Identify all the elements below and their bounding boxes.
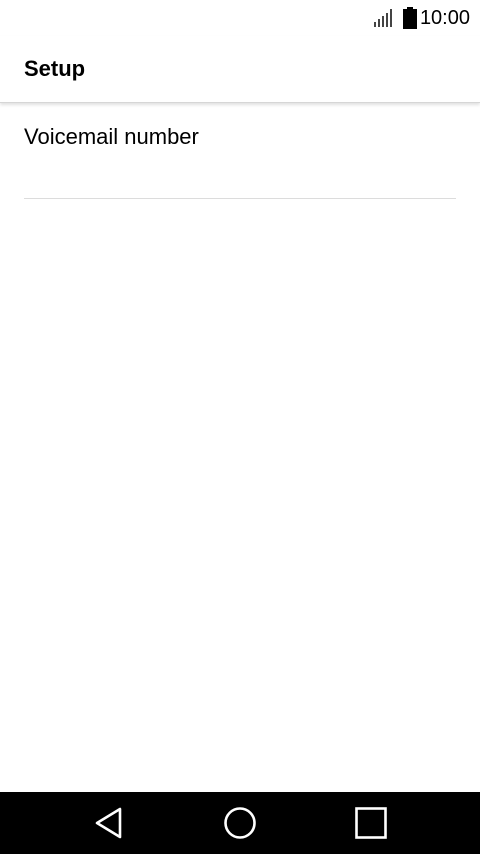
back-button[interactable] bbox=[69, 792, 149, 854]
navigation-bar bbox=[0, 792, 480, 854]
voicemail-number-label: Voicemail number bbox=[24, 124, 199, 149]
voicemail-number-item[interactable]: Voicemail number bbox=[24, 103, 456, 199]
back-triangle-icon bbox=[95, 807, 122, 839]
status-bar: 10:00 bbox=[0, 0, 480, 36]
status-icons: 10:00 bbox=[373, 6, 470, 30]
home-button[interactable] bbox=[200, 792, 280, 854]
battery-full-icon bbox=[402, 7, 417, 29]
home-circle-icon bbox=[224, 807, 256, 839]
signal-bars-icon bbox=[373, 9, 392, 27]
app-bar: Setup bbox=[0, 36, 480, 103]
page-title: Setup bbox=[24, 56, 86, 81]
recents-square-icon bbox=[355, 807, 387, 839]
settings-list: Voicemail number bbox=[0, 103, 480, 199]
status-time: 10:00 bbox=[419, 7, 470, 29]
recents-button[interactable] bbox=[331, 792, 411, 854]
